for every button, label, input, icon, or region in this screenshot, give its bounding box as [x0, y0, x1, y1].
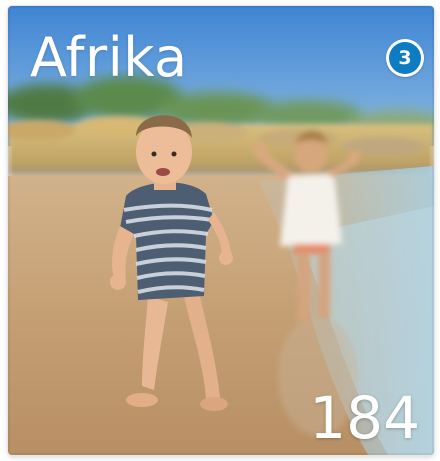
destination-title: Afrika — [30, 26, 188, 89]
destination-tile[interactable]: Afrika 3 184 — [8, 6, 434, 455]
offer-count: 184 — [309, 384, 420, 452]
badge-number: 3 — [389, 42, 421, 74]
count-badge: 3 — [386, 39, 424, 77]
